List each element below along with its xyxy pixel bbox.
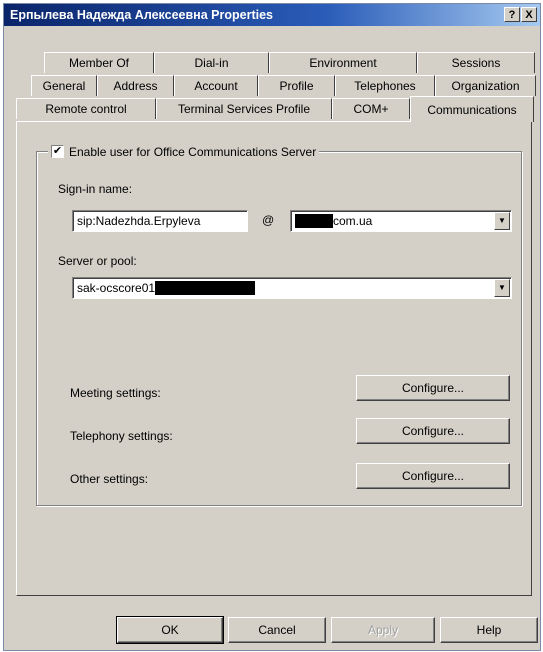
signin-input[interactable]: sip:Nadezhda.Erpyleva (72, 210, 248, 232)
server-label: Server or pool: (58, 254, 137, 268)
cancel-button[interactable]: Cancel (228, 617, 326, 643)
title-bar: Ерпылева Надежда Алексеевна Properties ?… (4, 4, 540, 26)
tab-telephones[interactable]: Telephones (335, 75, 435, 96)
tab-terminal-services-profile[interactable]: Terminal Services Profile (156, 98, 332, 119)
tab-profile[interactable]: Profile (258, 75, 335, 96)
redacted-server (155, 280, 256, 295)
configure-telephony-button[interactable]: Configure... (356, 418, 510, 444)
close-title-button[interactable]: X (521, 7, 537, 22)
tab-dial-in[interactable]: Dial-in (154, 52, 269, 73)
chevron-down-icon[interactable]: ▼ (494, 212, 510, 230)
help-button[interactable]: Help (440, 617, 538, 643)
help-title-button[interactable]: ? (504, 7, 520, 22)
chevron-down-icon[interactable]: ▼ (494, 279, 510, 297)
server-select[interactable]: sak-ocscore01 ▼ (72, 277, 512, 299)
meeting-settings-label: Meeting settings: (70, 386, 161, 400)
tab-account[interactable]: Account (174, 75, 258, 96)
tab-remote-control[interactable]: Remote control (16, 98, 156, 119)
redacted-domain (295, 213, 333, 228)
tab-com-plus[interactable]: COM+ (332, 98, 410, 119)
domain-suffix: com.ua (333, 214, 373, 228)
enable-ocs-checkbox[interactable]: ✔ (51, 145, 64, 159)
tab-address[interactable]: Address (97, 75, 174, 96)
enable-ocs-label: Enable user for Office Communications Se… (69, 145, 317, 159)
tab-organization[interactable]: Organization (435, 75, 536, 96)
server-prefix: sak-ocscore01 (77, 281, 156, 295)
signin-label: Sign-in name: (58, 182, 133, 196)
ocs-groupbox (36, 151, 522, 506)
apply-button[interactable]: Apply (331, 617, 435, 643)
tab-general[interactable]: General (31, 75, 97, 96)
at-symbol: @ (262, 213, 275, 227)
telephony-settings-label: Telephony settings: (70, 429, 173, 443)
enable-ocs-checkbox-row[interactable]: ✔ Enable user for Office Communications S… (48, 143, 320, 161)
tab-sessions[interactable]: Sessions (417, 52, 535, 73)
ok-button[interactable]: OK (116, 616, 224, 644)
configure-other-button[interactable]: Configure... (356, 463, 510, 489)
domain-select[interactable]: com.ua ▼ (290, 210, 512, 232)
tab-member-of[interactable]: Member Of (44, 52, 154, 73)
tab-environment[interactable]: Environment (269, 52, 417, 73)
tab-communications[interactable]: Communications (410, 96, 534, 122)
configure-meeting-button[interactable]: Configure... (356, 375, 510, 401)
other-settings-label: Other settings: (70, 472, 149, 486)
window-title: Ерпылева Надежда Алексеевна Properties (10, 8, 273, 22)
